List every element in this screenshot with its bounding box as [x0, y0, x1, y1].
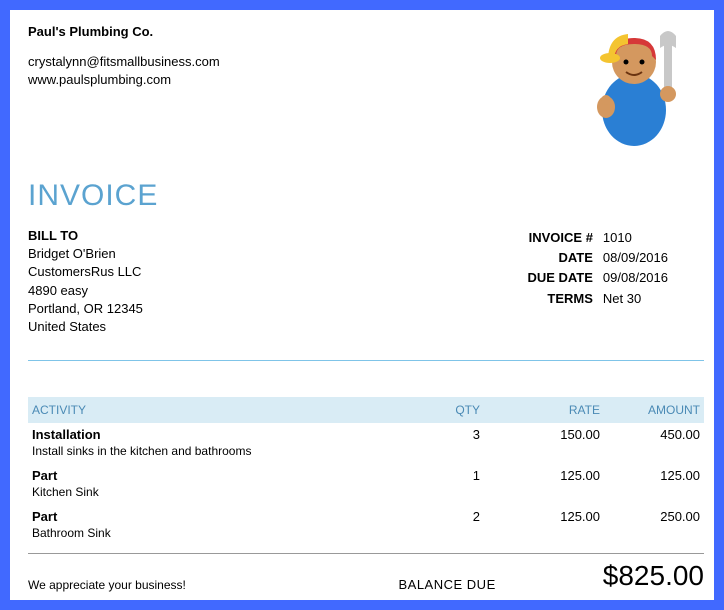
footer-note: We appreciate your business!	[28, 578, 186, 592]
col-amount-header: AMOUNT	[600, 403, 700, 417]
plumber-illustration-icon	[564, 22, 704, 152]
invoice-terms-label: TERMS	[523, 290, 596, 308]
line-item: Part 2 125.00 250.00 Bathroom Sink	[28, 505, 704, 546]
bill-to-name: Bridget O'Brien	[28, 245, 143, 263]
item-rate: 125.00	[480, 468, 600, 483]
balance-due-label: BALANCE DUE	[398, 577, 495, 592]
item-qty: 1	[400, 468, 480, 483]
items-header: ACTIVITY QTY RATE AMOUNT	[28, 397, 704, 423]
col-rate-header: RATE	[480, 403, 600, 417]
item-amount: 250.00	[600, 509, 700, 524]
item-desc: Bathroom Sink	[28, 526, 704, 546]
bill-to-street: 4890 easy	[28, 282, 143, 300]
line-item: Installation 3 150.00 450.00 Install sin…	[28, 423, 704, 464]
item-name: Part	[32, 509, 400, 524]
item-rate: 125.00	[480, 509, 600, 524]
item-qty: 3	[400, 427, 480, 442]
line-item: Part 1 125.00 125.00 Kitchen Sink	[28, 464, 704, 505]
invoice-frame: Paul's Plumbing Co. crystalynn@fitsmallb…	[0, 0, 724, 610]
invoice-page: Paul's Plumbing Co. crystalynn@fitsmallb…	[10, 10, 714, 546]
invoice-meta: INVOICE # 1010 DATE 08/09/2016 DUE DATE …	[521, 227, 704, 336]
bill-to-block: BILL TO Bridget O'Brien CustomersRus LLC…	[28, 227, 143, 336]
footer: We appreciate your business! BALANCE DUE…	[28, 553, 704, 592]
item-amount: 450.00	[600, 427, 700, 442]
invoice-due-date: 09/08/2016	[599, 269, 672, 287]
company-name: Paul's Plumbing Co.	[28, 24, 220, 39]
bill-to-city: Portland, OR 12345	[28, 300, 143, 318]
company-website: www.paulsplumbing.com	[28, 71, 220, 89]
item-qty: 2	[400, 509, 480, 524]
item-desc: Install sinks in the kitchen and bathroo…	[28, 444, 704, 464]
balance-due-amount: $825.00	[603, 560, 704, 592]
header: Paul's Plumbing Co. crystalynn@fitsmallb…	[28, 22, 704, 155]
company-logo	[564, 22, 704, 155]
company-block: Paul's Plumbing Co. crystalynn@fitsmallb…	[28, 22, 220, 88]
invoice-due-label: DUE DATE	[523, 269, 596, 287]
divider	[28, 360, 704, 361]
bill-to-label: BILL TO	[28, 227, 143, 245]
meta-row: BILL TO Bridget O'Brien CustomersRus LLC…	[28, 227, 704, 336]
col-qty-header: QTY	[400, 403, 480, 417]
invoice-terms: Net 30	[599, 290, 672, 308]
invoice-date-label: DATE	[523, 249, 596, 267]
item-amount: 125.00	[600, 468, 700, 483]
bill-to-org: CustomersRus LLC	[28, 263, 143, 281]
invoice-number: 1010	[599, 229, 672, 247]
invoice-date: 08/09/2016	[599, 249, 672, 267]
item-name: Part	[32, 468, 400, 483]
invoice-number-label: INVOICE #	[523, 229, 596, 247]
item-rate: 150.00	[480, 427, 600, 442]
company-email: crystalynn@fitsmallbusiness.com	[28, 53, 220, 71]
item-desc: Kitchen Sink	[28, 485, 704, 505]
item-name: Installation	[32, 427, 400, 442]
bill-to-country: United States	[28, 318, 143, 336]
invoice-title: INVOICE	[28, 179, 704, 213]
col-activity-header: ACTIVITY	[32, 403, 400, 417]
